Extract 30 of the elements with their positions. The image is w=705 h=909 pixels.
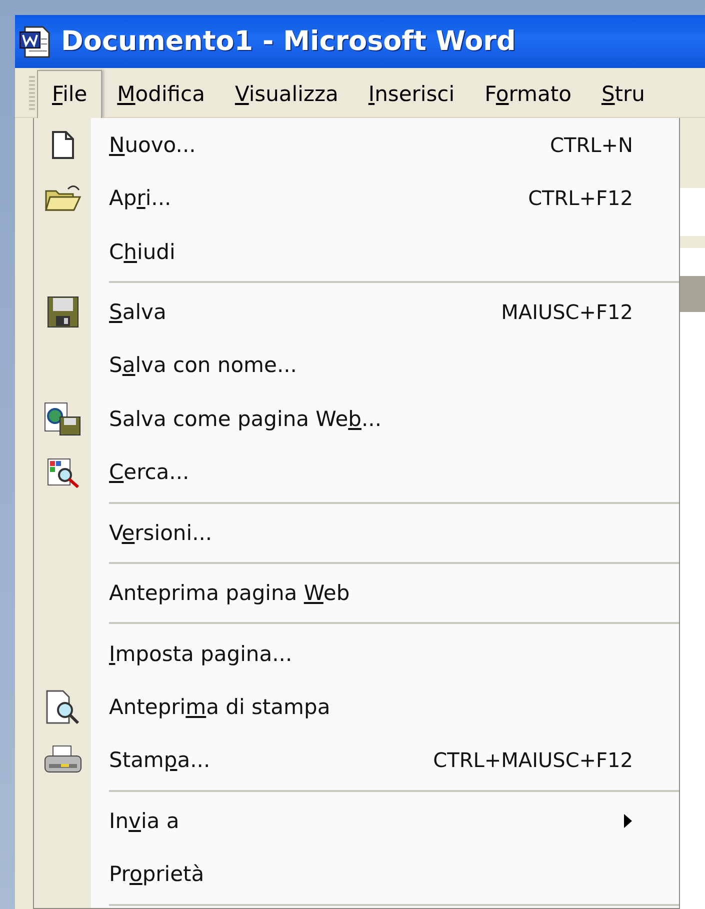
menu-item[interactable]: Nuovo... CTRL+N [91,118,679,172]
menu-button[interactable]: Modifica [102,70,220,118]
shortcut-text: CTRL+N [550,132,633,157]
menu-item[interactable]: Salva con nome... [91,338,679,392]
menu-button[interactable]: Visualizza [220,70,354,118]
menu-button[interactable]: Stru [586,70,660,118]
shortcut-text: CTRL+F12 [528,186,633,210]
menu-item[interactable]: Imposta pagina... [91,626,679,680]
menu-item[interactable]: Stampa... CTRL+MAIUSC+F12 [91,734,679,788]
menu-item[interactable]: Proprietà [91,848,679,902]
web-page-icon [44,402,82,436]
menu-item[interactable]: Versioni... [91,506,679,560]
shortcut-text: CTRL+MAIUSC+F12 [433,748,633,772]
menu-button[interactable]: Inserisci [353,70,470,118]
menu-item[interactable]: Anteprima di stampa [91,680,679,734]
folder-icon [44,183,82,214]
menu-item[interactable]: Invia a [91,794,679,848]
document-icon [52,130,74,159]
word-document-icon [19,24,53,58]
window-title: Documento1 - Microsoft Word [61,26,516,57]
menu-item[interactable]: Salva MAIUSC+F12 [91,285,679,339]
menu-item[interactable]: Apri... CTRL+F12 [91,171,679,225]
menu-item[interactable]: Chiudi [91,224,679,278]
shortcut-text: MAIUSC+F12 [501,300,633,324]
menu-item[interactable]: Salva come pagina Web... [91,392,679,446]
menu-item[interactable]: Anteprima pagina Web [91,566,679,620]
menu-button[interactable]: File [37,70,102,118]
print-preview-icon [44,689,80,725]
menu-button[interactable]: Formato [470,70,586,118]
menu-item[interactable]: Cerca... [91,446,679,500]
